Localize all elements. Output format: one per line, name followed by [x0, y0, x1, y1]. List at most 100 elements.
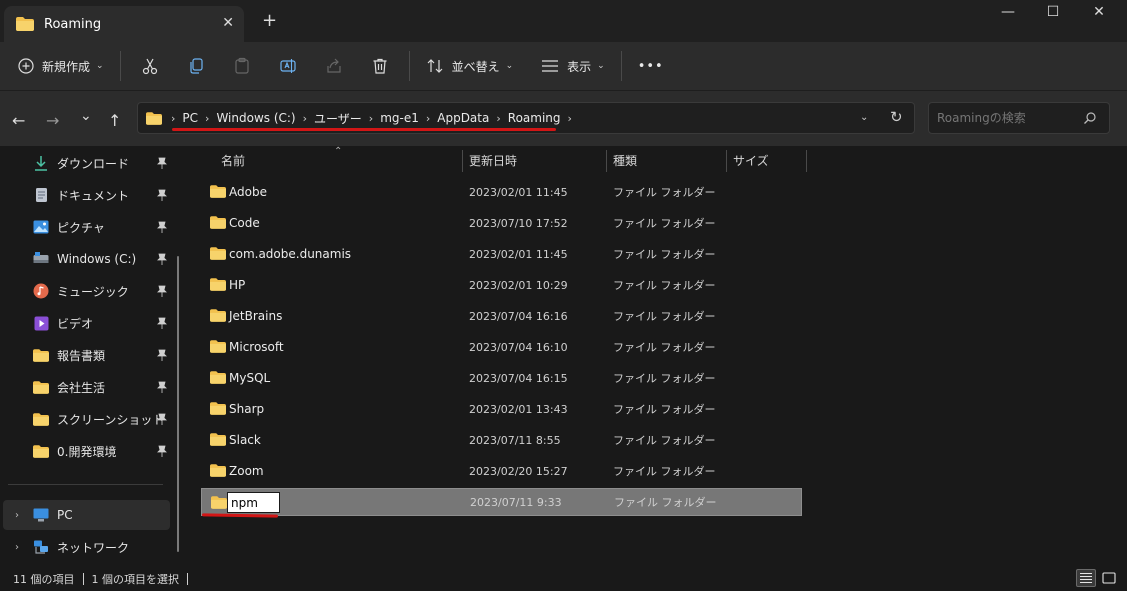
rename-button[interactable]	[265, 49, 311, 83]
sidebar-item-windows-drive[interactable]: Windows (C:)	[0, 244, 175, 274]
file-date: 2023/07/04 16:16	[469, 309, 568, 323]
share-button[interactable]	[311, 49, 357, 83]
folder-icon	[146, 111, 162, 125]
column-divider[interactable]	[726, 150, 727, 172]
column-divider[interactable]	[462, 150, 463, 172]
breadcrumb-pc[interactable]: PC	[182, 111, 198, 125]
sidebar-item-label: ピクチャ	[57, 220, 105, 235]
breadcrumb-users[interactable]: ユーザー	[314, 110, 362, 127]
pin-icon[interactable]	[157, 381, 167, 393]
file-row-adobe[interactable]: Adobe 2023/02/01 11:45 ファイル フォルダー	[201, 178, 802, 206]
sidebar-item-downloads[interactable]: ダウンロード	[0, 148, 175, 178]
recent-locations-button[interactable]: ⌄	[80, 108, 92, 124]
more-button[interactable]: •••	[628, 49, 674, 83]
folder-icon	[210, 402, 226, 415]
details-view-button[interactable]	[1076, 569, 1096, 587]
breadcrumb-separator[interactable]: ›	[369, 112, 373, 125]
sidebar-item-screenshots[interactable]: スクリーンショット	[0, 404, 175, 434]
file-row-mysql[interactable]: MySQL 2023/07/04 16:15 ファイル フォルダー	[201, 364, 802, 392]
rename-input[interactable]	[227, 492, 280, 513]
column-header-date[interactable]: 更新日時	[469, 146, 517, 174]
copy-button[interactable]	[173, 49, 219, 83]
status-divider	[82, 572, 84, 585]
sidebar-item-company-life[interactable]: 会社生活	[0, 372, 175, 402]
breadcrumb-roaming[interactable]: Roaming	[508, 111, 561, 125]
pin-icon[interactable]	[157, 189, 167, 201]
file-row-com-adobe-dunamis[interactable]: com.adobe.dunamis 2023/02/01 11:45 ファイル …	[201, 240, 802, 268]
maximize-button[interactable]: ☐	[1030, 4, 1076, 24]
paste-button[interactable]	[219, 49, 265, 83]
search-input[interactable]	[937, 111, 1077, 125]
file-row-slack[interactable]: Slack 2023/07/11 8:55 ファイル フォルダー	[201, 426, 802, 454]
new-button[interactable]: 新規作成 ⌄	[8, 49, 114, 83]
file-row-code[interactable]: Code 2023/07/10 17:52 ファイル フォルダー	[201, 209, 802, 237]
new-tab-button[interactable]: +	[262, 10, 277, 31]
folder-icon	[210, 185, 226, 198]
close-tab-icon[interactable]: ✕	[222, 15, 234, 31]
column-header-type[interactable]: 種類	[613, 146, 637, 174]
sidebar-item-pc[interactable]: › PC	[3, 500, 170, 530]
sidebar-item-network[interactable]: › ネットワーク	[3, 532, 170, 562]
breadcrumb-separator[interactable]: ›	[496, 112, 500, 125]
delete-button[interactable]	[357, 49, 403, 83]
view-button[interactable]: 表示 ⌄	[531, 49, 615, 83]
file-type: ファイル フォルダー	[613, 434, 716, 447]
pin-icon[interactable]	[157, 445, 167, 457]
back-button[interactable]: ←	[12, 111, 25, 130]
sort-ascending-icon: ⌃	[334, 146, 343, 157]
pin-icon[interactable]	[157, 413, 167, 425]
pin-icon[interactable]	[157, 285, 167, 297]
sidebar-divider	[8, 484, 163, 485]
up-button[interactable]: ↑	[108, 111, 121, 130]
chevron-right-icon[interactable]: ›	[15, 542, 19, 553]
file-row-jetbrains[interactable]: JetBrains 2023/07/04 16:16 ファイル フォルダー	[201, 302, 802, 330]
pin-icon[interactable]	[157, 221, 167, 233]
sidebar-scrollbar[interactable]	[177, 256, 179, 552]
sidebar-item-dev-env[interactable]: 0.開発環境	[0, 436, 175, 466]
pin-icon[interactable]	[157, 253, 167, 265]
tab-roaming[interactable]: Roaming ✕	[4, 6, 244, 42]
search-icon[interactable]	[1083, 111, 1097, 125]
search-box[interactable]	[928, 102, 1110, 134]
file-row-sharp[interactable]: Sharp 2023/02/01 13:43 ファイル フォルダー	[201, 395, 802, 423]
sidebar-item-documents[interactable]: ドキュメント	[0, 180, 175, 210]
file-row-zoom[interactable]: Zoom 2023/02/20 15:27 ファイル フォルダー	[201, 457, 802, 485]
sort-button[interactable]: 並べ替え ⌄	[416, 49, 524, 83]
breadcrumb-separator[interactable]: ›	[303, 112, 307, 125]
refresh-button[interactable]: ↻	[890, 108, 903, 126]
sidebar-item-music[interactable]: ミュージック	[0, 276, 175, 306]
breadcrumb-appdata[interactable]: AppData	[437, 111, 489, 125]
breadcrumb-separator[interactable]: ›	[205, 112, 209, 125]
breadcrumb-user[interactable]: mg-e1	[380, 111, 419, 125]
file-row-microsoft[interactable]: Microsoft 2023/07/04 16:10 ファイル フォルダー	[201, 333, 802, 361]
breadcrumb-drive[interactable]: Windows (C:)	[216, 111, 295, 125]
column-header-size[interactable]: サイズ	[733, 146, 769, 174]
share-icon	[326, 58, 341, 73]
address-history-dropdown[interactable]: ⌄	[860, 112, 868, 123]
forward-button[interactable]: →	[46, 111, 59, 130]
file-name: Slack	[229, 433, 261, 447]
sidebar-item-pictures[interactable]: ピクチャ	[0, 212, 175, 242]
pin-icon[interactable]	[157, 349, 167, 361]
breadcrumb-separator[interactable]: ›	[426, 112, 430, 125]
chevron-right-icon[interactable]: ›	[15, 510, 19, 521]
close-window-button[interactable]: ✕	[1076, 4, 1122, 24]
folder-icon	[210, 309, 226, 322]
sidebar-item-reports[interactable]: 報告書類	[0, 340, 175, 370]
cut-button[interactable]	[127, 49, 173, 83]
column-divider[interactable]	[806, 150, 807, 172]
title-bar: Roaming ✕ + — ☐ ✕	[0, 0, 1127, 42]
file-row-hp[interactable]: HP 2023/02/01 10:29 ファイル フォルダー	[201, 271, 802, 299]
breadcrumb-separator[interactable]: ›	[171, 112, 175, 125]
large-icons-view-button[interactable]	[1099, 569, 1119, 587]
pin-icon[interactable]	[157, 317, 167, 329]
column-header-name[interactable]: 名前	[221, 146, 245, 174]
sidebar-item-videos[interactable]: ビデオ	[0, 308, 175, 338]
column-divider[interactable]	[606, 150, 607, 172]
pin-icon[interactable]	[157, 157, 167, 169]
minimize-button[interactable]: —	[985, 4, 1031, 24]
sidebar-item-label: 0.開発環境	[57, 444, 117, 459]
file-row-npm-renaming[interactable]: 2023/07/11 9:33 ファイル フォルダー	[201, 488, 802, 516]
breadcrumb-separator[interactable]: ›	[568, 112, 572, 125]
chevron-down-icon: ⌄	[96, 61, 104, 71]
